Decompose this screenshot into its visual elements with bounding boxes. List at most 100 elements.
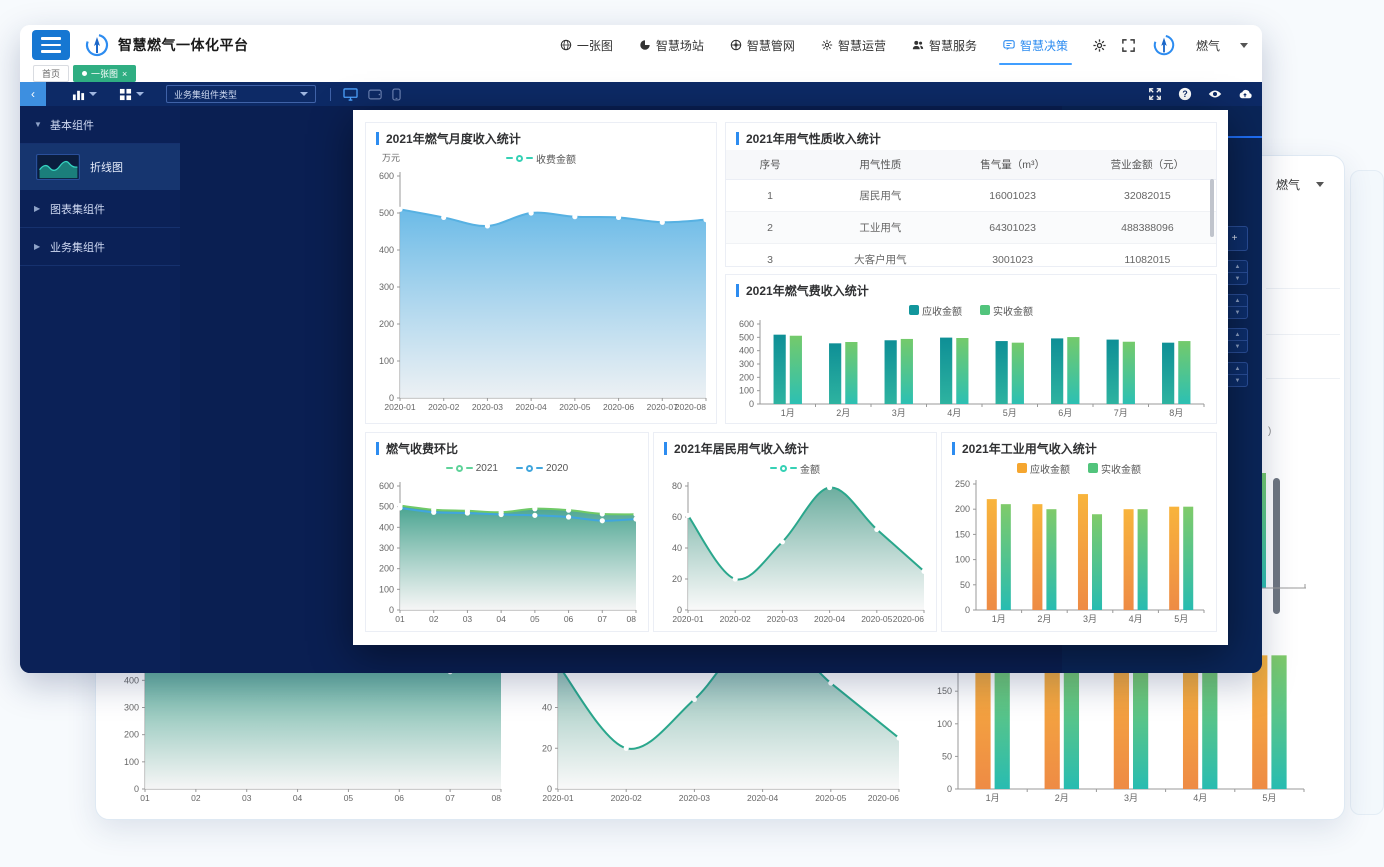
legend-item[interactable]: 实收金额	[980, 303, 1033, 318]
preview-eye-icon[interactable]	[1208, 87, 1222, 101]
nav-item-4[interactable]: 智慧服务	[912, 25, 977, 65]
app-header: 智慧燃气一体化平台 一张图智慧场站 智慧管网 智慧运营智慧服务智慧决策 燃气	[20, 25, 1262, 65]
spinner-down-icon[interactable]: ▼	[1228, 307, 1247, 318]
nav-item-2[interactable]: 智慧管网	[730, 25, 795, 65]
mobile-preview-icon[interactable]	[392, 88, 401, 101]
table-cell: 1	[726, 180, 814, 212]
nav-item-label: 智慧管网	[747, 37, 795, 54]
legend-item[interactable]: 应收金额	[909, 303, 962, 318]
divider	[1266, 378, 1340, 379]
background-user-menu[interactable]: 燃气	[1276, 176, 1324, 193]
spinner-down-icon[interactable]: ▼	[1228, 341, 1247, 352]
card-monthly-income[interactable]: 2021年燃气月度收入统计 万元 收费金额 010020030040050060…	[365, 122, 717, 424]
svg-text:2020-01: 2020-01	[384, 402, 415, 412]
desktop-preview-icon[interactable]	[343, 88, 358, 101]
app-title: 智慧燃气一体化平台	[118, 35, 249, 55]
legend-item[interactable]: 收费金额	[506, 151, 576, 166]
spinner-up-icon[interactable]: ▲	[1228, 363, 1247, 375]
card-fee-mom[interactable]: 燃气收费环比 20212020 010020030040050060001020…	[365, 432, 649, 632]
svg-text:4月: 4月	[947, 408, 961, 418]
table-row[interactable]: 1居民用气1600102332082015	[726, 180, 1216, 212]
scrollbar-thumb[interactable]	[1210, 179, 1214, 237]
legend-item[interactable]: 2020	[516, 463, 568, 474]
designer-body: ▼ 基本组件 折线图 ▶ 图表集组件 ▶ 业务集组件	[20, 106, 1262, 673]
legend-item[interactable]: 应收金额	[1017, 461, 1070, 476]
card-industry-income[interactable]: 2021年工业用气收入统计 应收金额实收金额 0501001502002501月…	[941, 432, 1217, 632]
component-type-select[interactable]: 业务集组件类型	[166, 85, 316, 103]
widget-grid-menu[interactable]	[119, 88, 144, 101]
sidebar-group-business-set[interactable]: ▶ 业务集组件	[20, 228, 180, 266]
main-nav: 一张图智慧场站 智慧管网 智慧运营智慧服务智慧决策	[560, 25, 1068, 65]
chevron-down-icon	[89, 92, 97, 96]
table-header: 营业金额（元）	[1079, 150, 1216, 180]
legend-item[interactable]: 金额	[770, 461, 820, 476]
card-usage-nature-table[interactable]: 2021年用气性质收入统计 序号用气性质售气量（m³）营业金额（元）1居民用气1…	[725, 122, 1217, 267]
user-avatar-logo-icon[interactable]	[1152, 33, 1176, 57]
svg-text:1月: 1月	[992, 614, 1006, 624]
sidebar-group-basic[interactable]: ▼ 基本组件	[20, 106, 180, 144]
nav-item-0[interactable]: 一张图	[560, 25, 613, 65]
svg-text:40: 40	[672, 543, 682, 553]
background-window-edge	[1350, 170, 1384, 815]
table-cell: 32082015	[1079, 180, 1216, 212]
collapse-sidebar-button[interactable]: ‹	[20, 82, 46, 106]
table-row[interactable]: 2工业用气64301023488388096	[726, 212, 1216, 244]
chart-components-menu[interactable]	[72, 88, 97, 101]
svg-text:250: 250	[955, 479, 970, 489]
settings-gear-icon[interactable]	[1092, 38, 1107, 53]
svg-text:400: 400	[379, 245, 394, 255]
nav-item-3[interactable]: 智慧运营	[821, 25, 886, 65]
sidebar-item-line-chart[interactable]: 折线图	[20, 144, 180, 190]
spinner-up-icon[interactable]: ▲	[1228, 329, 1247, 341]
cloud-save-icon[interactable]	[1238, 87, 1252, 101]
tab-close-icon[interactable]: ×	[122, 69, 127, 79]
fullscreen-icon[interactable]	[1148, 87, 1162, 101]
svg-text:4月: 4月	[1129, 614, 1143, 624]
design-canvas[interactable]: 2021年燃气月度收入统计 万元 收费金额 010020030040050060…	[180, 106, 1062, 673]
tab-one-map[interactable]: 一张图 ×	[73, 65, 136, 82]
background-user-label: 燃气	[1276, 176, 1300, 193]
table-header: 售气量（m³）	[946, 150, 1078, 180]
card-fee-income[interactable]: 2021年燃气费收入统计 应收金额实收金额 010020030040050060…	[725, 274, 1217, 424]
line-chart-thumbnail-icon	[36, 154, 80, 180]
svg-text:2020-06: 2020-06	[603, 402, 634, 412]
hamburger-menu-button[interactable]	[32, 30, 70, 60]
svg-text:400: 400	[124, 675, 139, 685]
svg-text:400: 400	[379, 522, 394, 532]
svg-text:06: 06	[564, 614, 574, 624]
user-menu-chevron-icon[interactable]	[1240, 43, 1248, 48]
svg-text:2月: 2月	[836, 408, 850, 418]
title-accent-bar	[376, 132, 379, 145]
svg-text:600: 600	[739, 319, 754, 329]
help-icon[interactable]: ?	[1178, 87, 1192, 101]
svg-text:2月: 2月	[1055, 793, 1069, 803]
svg-text:300: 300	[379, 543, 394, 553]
user-name-label[interactable]: 燃气	[1196, 37, 1220, 54]
svg-text:20: 20	[542, 743, 552, 753]
sidebar-group-chart-set[interactable]: ▶ 图表集组件	[20, 190, 180, 228]
title-accent-bar	[376, 442, 379, 455]
svg-text:5月: 5月	[1174, 614, 1188, 624]
legend-label: 实收金额	[993, 303, 1033, 318]
svg-text:50: 50	[960, 580, 970, 590]
svg-text:300: 300	[739, 359, 754, 369]
nav-item-1[interactable]: 智慧场站	[639, 25, 704, 65]
table-row[interactable]: 3大客户用气300102311082015	[726, 244, 1216, 268]
svg-text:04: 04	[496, 614, 506, 624]
svg-text:500: 500	[379, 208, 394, 218]
card-title: 2021年燃气月度收入统计	[386, 130, 521, 147]
spinner-down-icon[interactable]: ▼	[1228, 375, 1247, 386]
tablet-preview-icon[interactable]	[368, 89, 382, 100]
legend-item[interactable]: 2021	[446, 463, 498, 474]
spinner-down-icon[interactable]: ▼	[1228, 273, 1247, 284]
svg-text:07: 07	[598, 614, 608, 624]
tab-home[interactable]: 首页	[33, 65, 69, 82]
fullscreen-icon[interactable]	[1121, 38, 1136, 53]
nav-item-5[interactable]: 智慧决策	[1003, 25, 1068, 65]
spinner-up-icon[interactable]: ▲	[1228, 261, 1247, 273]
svg-text:200: 200	[379, 319, 394, 329]
card-title: 2021年燃气费收入统计	[746, 282, 869, 299]
spinner-up-icon[interactable]: ▲	[1228, 295, 1247, 307]
card-resident-income[interactable]: 2021年居民用气收入统计 金额 0204060802020-012020-02…	[653, 432, 937, 632]
legend-item[interactable]: 实收金额	[1088, 461, 1141, 476]
